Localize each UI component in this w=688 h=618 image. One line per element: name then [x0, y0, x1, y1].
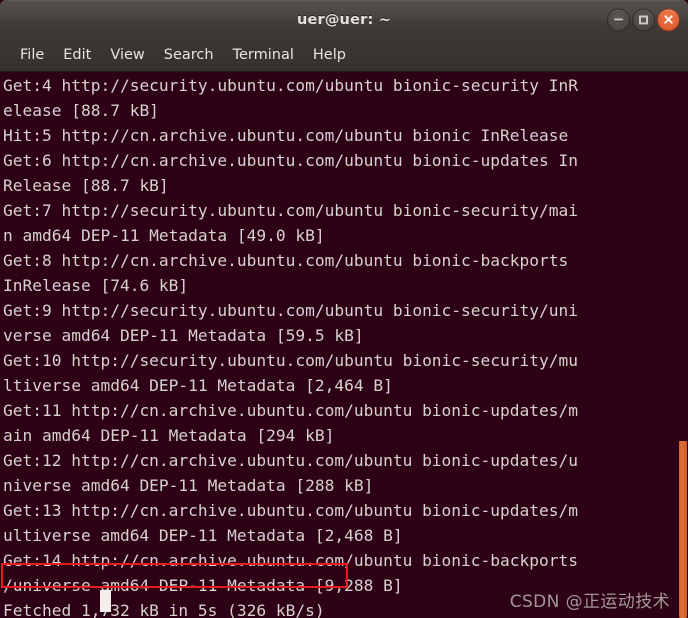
terminal-window: uer@uer: ~ File Edit View Search Termina… [0, 0, 688, 618]
text-cursor [100, 590, 111, 612]
maximize-button[interactable] [632, 8, 655, 31]
menu-item-help[interactable]: Help [304, 44, 355, 66]
scrollbar-thumb[interactable] [679, 441, 687, 618]
minimize-button[interactable] [607, 8, 630, 31]
menu-item-file[interactable]: File [11, 44, 53, 66]
terminal-line: ultiverse amd64 DEP-11 Metadata [2,468 B… [3, 526, 403, 545]
menu-item-terminal[interactable]: Terminal [224, 44, 303, 66]
menu-bar: File Edit View Search Terminal Help [0, 38, 688, 72]
terminal-line: verse amd64 DEP-11 Metadata [59.5 kB] [3, 326, 364, 345]
menu-item-edit[interactable]: Edit [54, 44, 100, 66]
menu-item-search[interactable]: Search [155, 44, 223, 66]
terminal-line: Get:10 http://security.ubuntu.com/ubuntu… [3, 351, 578, 370]
terminal-output-area[interactable]: Get:4 http://security.ubuntu.com/ubuntu … [0, 72, 688, 618]
terminal-line: Get:14 http://cn.archive.ubuntu.com/ubun… [3, 551, 578, 570]
terminal-line: elease [88.7 kB] [3, 101, 159, 120]
terminal-line: ltiverse amd64 DEP-11 Metadata [2,464 B] [3, 376, 393, 395]
maximize-icon [639, 15, 648, 24]
scrollbar-track[interactable] [678, 72, 688, 618]
minimize-icon [614, 18, 623, 21]
terminal-line: Get:6 http://cn.archive.ubuntu.com/ubunt… [3, 151, 578, 170]
terminal-lines: Get:4 http://security.ubuntu.com/ubuntu … [3, 73, 688, 618]
window-title: uer@uer: ~ [296, 11, 392, 28]
terminal-line: niverse amd64 DEP-11 Metadata [288 kB] [3, 476, 374, 495]
terminal-line: Get:9 http://security.ubuntu.com/ubuntu … [3, 301, 578, 320]
menu-item-view[interactable]: View [101, 44, 153, 66]
close-button[interactable] [657, 8, 680, 31]
terminal-line: Release [88.7 kB] [3, 176, 169, 195]
close-icon [663, 14, 674, 25]
terminal-line: Get:4 http://security.ubuntu.com/ubuntu … [3, 76, 578, 95]
terminal-line: Get:8 http://cn.archive.ubuntu.com/ubunt… [3, 251, 569, 270]
terminal-line: Hit:5 http://cn.archive.ubuntu.com/ubunt… [3, 126, 569, 145]
window-controls [607, 8, 680, 31]
terminal-line: n amd64 DEP-11 Metadata [49.0 kB] [3, 226, 325, 245]
title-bar[interactable]: uer@uer: ~ [0, 0, 688, 38]
watermark: CSDN @正运动技术 [509, 592, 670, 612]
terminal-line: Get:7 http://security.ubuntu.com/ubuntu … [3, 201, 578, 220]
terminal-line: InRelease [74.6 kB] [3, 276, 189, 295]
terminal-line: Get:12 http://cn.archive.ubuntu.com/ubun… [3, 451, 578, 470]
terminal-line: Get:11 http://cn.archive.ubuntu.com/ubun… [3, 401, 578, 420]
terminal-line: ain amd64 DEP-11 Metadata [294 kB] [3, 426, 335, 445]
terminal-line: Get:13 http://cn.archive.ubuntu.com/ubun… [3, 501, 578, 520]
